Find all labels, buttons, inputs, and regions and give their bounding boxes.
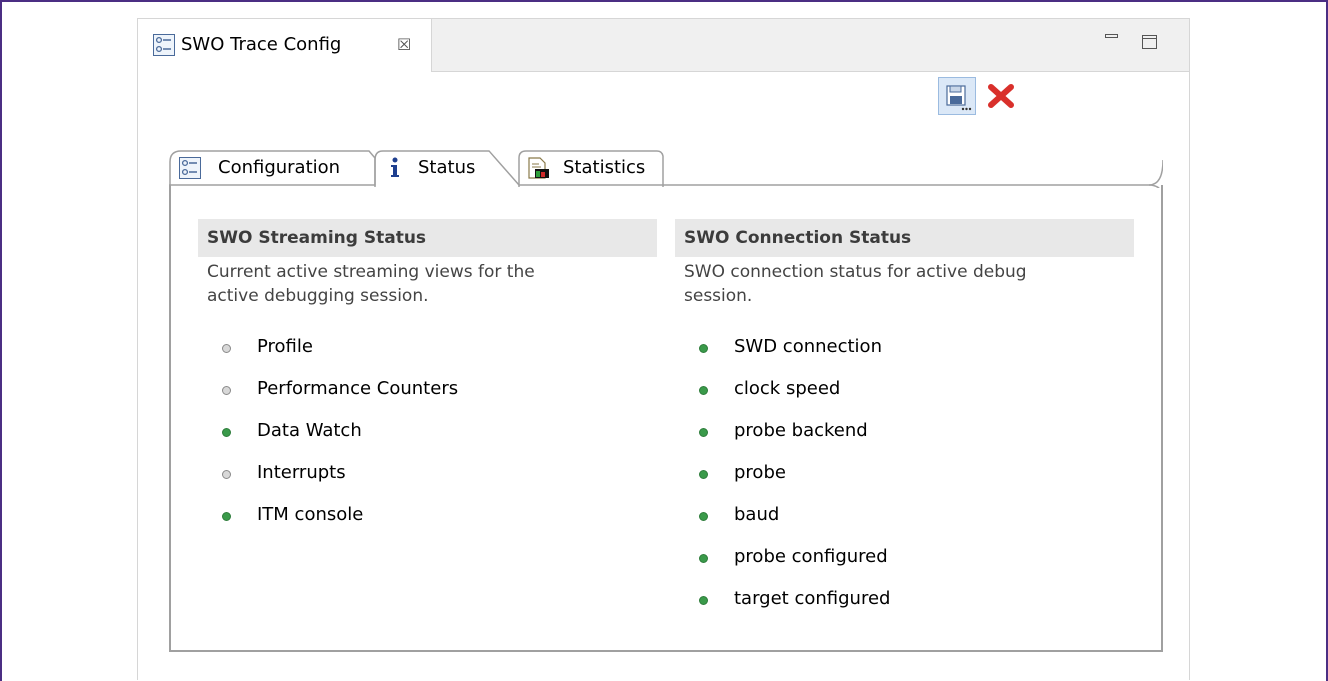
tab-configuration[interactable]: Configuration <box>218 157 340 178</box>
status-inactive-dot-icon <box>222 386 231 395</box>
status-item-label: Data Watch <box>257 420 362 441</box>
remove-icon[interactable] <box>988 84 1014 112</box>
streaming-desc-line-1: Current active streaming views for the <box>207 262 535 282</box>
status-item-label: SWD connection <box>734 336 882 357</box>
status-item-label: Performance Counters <box>257 378 459 399</box>
close-icon[interactable]: ☒ <box>397 35 411 54</box>
status-active-dot-icon <box>699 554 708 563</box>
status-item-label: ITM console <box>257 504 364 525</box>
status-item-label: probe <box>734 462 786 483</box>
info-icon <box>388 157 402 183</box>
save-icon[interactable] <box>938 77 976 119</box>
status-item-label: target configured <box>734 588 891 609</box>
view-tab-title: SWO Trace Config <box>181 34 342 55</box>
status-active-dot-icon <box>699 512 708 521</box>
streaming-status-header: SWO Streaming Status <box>198 219 657 257</box>
maximize-icon[interactable] <box>1140 31 1158 53</box>
status-item-label: Profile <box>257 336 313 357</box>
status-inactive-dot-icon <box>222 344 231 353</box>
status-active-dot-icon <box>699 596 708 605</box>
connection-desc-line-2: session. <box>684 286 753 306</box>
view-tab-bar: SWO Trace Config ☒ <box>138 19 1189 72</box>
view-tab-swo-trace-config[interactable]: SWO Trace Config ☒ <box>138 19 432 72</box>
connection-status-header: SWO Connection Status <box>675 219 1134 257</box>
status-inactive-dot-icon <box>222 470 231 479</box>
connection-status-section: SWO Connection Status SWO connection sta… <box>675 219 1134 308</box>
status-active-dot-icon <box>699 386 708 395</box>
configuration-icon <box>179 157 201 183</box>
status-active-dot-icon <box>699 470 708 479</box>
tab-statistics[interactable]: Statistics <box>563 157 645 178</box>
streaming-desc-line-2: active debugging session. <box>207 286 429 306</box>
statistics-icon <box>527 157 549 183</box>
status-active-dot-icon <box>699 344 708 353</box>
status-item-label: Interrupts <box>257 462 346 483</box>
status-item-label: probe configured <box>734 546 888 567</box>
connection-status-description: SWO connection status for active debug s… <box>675 260 1134 308</box>
streaming-status-section: SWO Streaming Status Current active stre… <box>198 219 657 308</box>
status-item-label: clock speed <box>734 378 841 399</box>
minimize-icon[interactable] <box>1104 31 1120 51</box>
status-active-dot-icon <box>222 512 231 521</box>
status-active-dot-icon <box>222 428 231 437</box>
status-item-label: baud <box>734 504 780 525</box>
tab-status[interactable]: Status <box>418 157 475 178</box>
status-item-label: probe backend <box>734 420 868 441</box>
configuration-icon <box>153 34 175 60</box>
connection-desc-line-1: SWO connection status for active debug <box>684 262 1027 282</box>
status-active-dot-icon <box>699 428 708 437</box>
streaming-status-description: Current active streaming views for the a… <box>198 260 657 308</box>
